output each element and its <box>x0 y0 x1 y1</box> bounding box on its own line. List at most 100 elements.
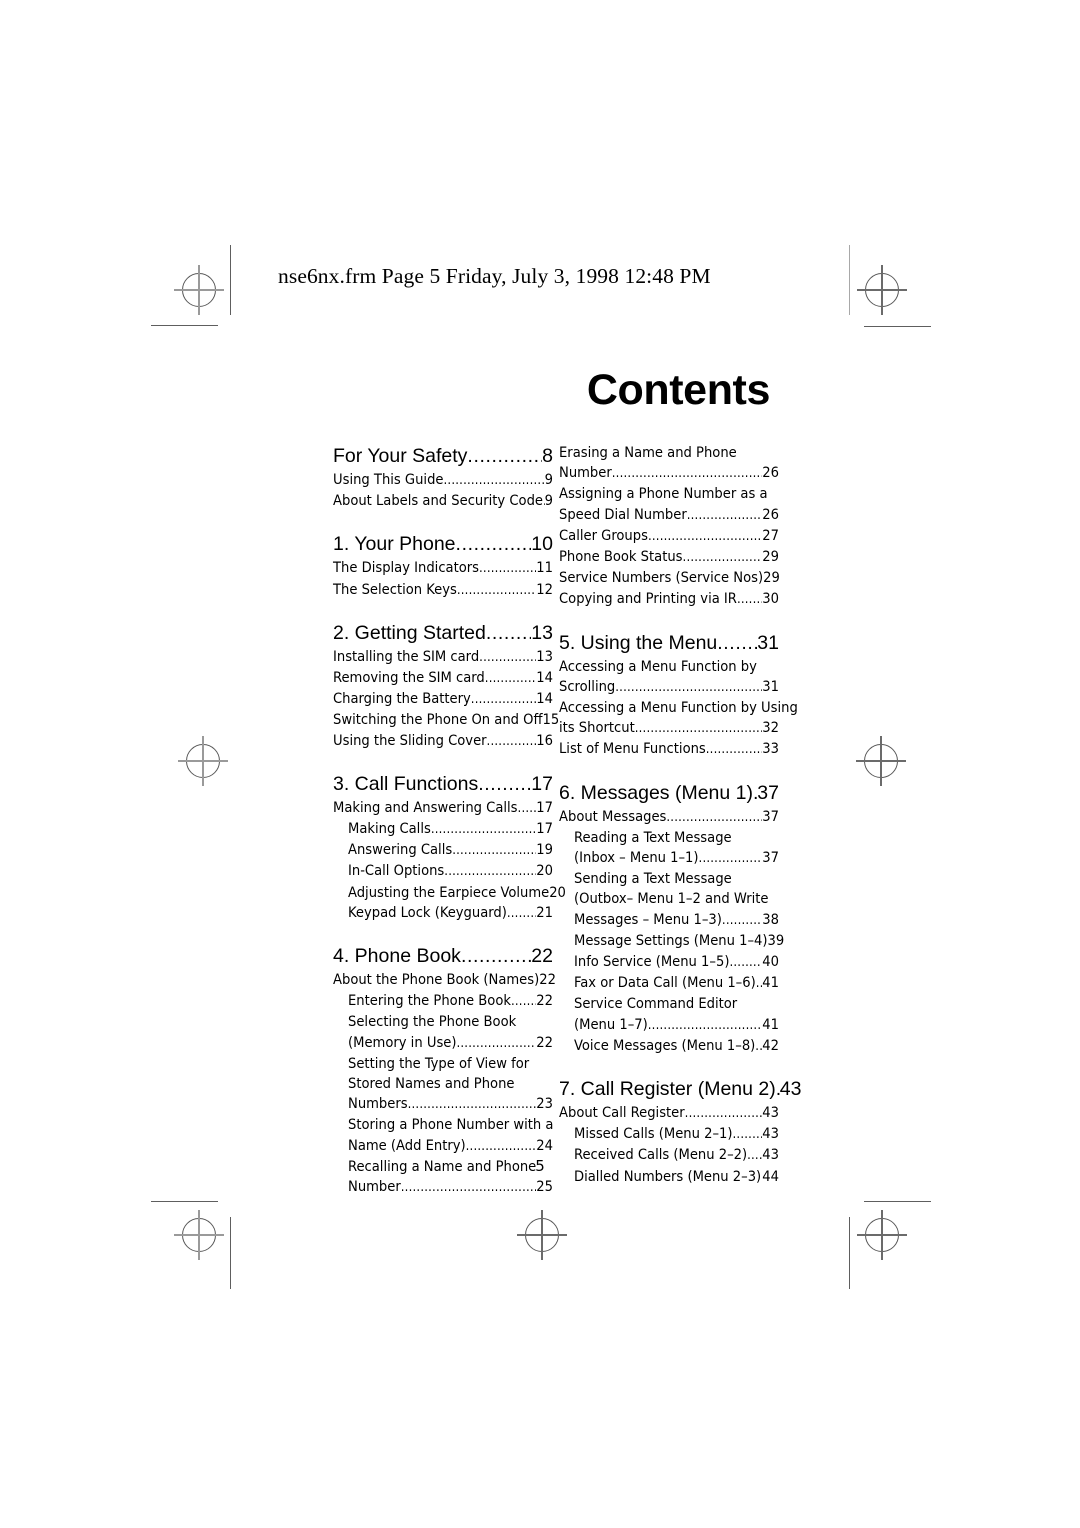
toc-dot-leader: ........................................… <box>686 507 763 523</box>
toc-dot-leader: ........................................… <box>452 843 536 859</box>
toc-entry-title: (Inbox – Menu 1–1) <box>574 849 699 867</box>
toc-entry-row[interactable]: Name (Add Entry) .......................… <box>333 1136 553 1157</box>
toc-entry-row[interactable]: Selecting the Phone Book <box>333 1012 553 1032</box>
toc-page-number: 8 <box>542 445 553 467</box>
toc-page-number: 33 <box>762 740 779 758</box>
toc-entry-row[interactable]: Caller Groups...........................… <box>559 526 779 547</box>
toc-entry-row[interactable]: Missed Calls (Menu 2–1).................… <box>559 1124 779 1145</box>
toc-entry-row[interactable]: Charging the Battery ...................… <box>333 689 553 710</box>
toc-page-number: 43 <box>762 1104 779 1122</box>
toc-dot-leader: ........................................… <box>484 671 537 687</box>
toc-entry-row[interactable]: Number..................................… <box>333 1177 553 1198</box>
toc-page-number: 16 <box>536 731 553 749</box>
toc-entry-row[interactable]: Using the Sliding Cover ................… <box>333 731 553 752</box>
toc-entry-row[interactable]: The Display Indicators .................… <box>333 558 553 579</box>
toc-chapter-row[interactable]: 2. Getting Started......................… <box>333 620 553 647</box>
toc-entry-row[interactable]: its Shortcut ...........................… <box>559 718 779 739</box>
toc-entry-row[interactable]: Entering the Phone Book.................… <box>333 991 553 1012</box>
toc-chapter-row[interactable]: For Your Safety ........................… <box>333 443 553 470</box>
crop-line-bottom-right-vertical <box>849 1217 851 1289</box>
toc-entry-row[interactable]: Making and Answering Calls .............… <box>333 798 553 819</box>
toc-dot-leader: ........................................… <box>485 621 531 644</box>
toc-entry-title: Adjusting the Earpiece Volume <box>348 883 550 901</box>
toc-entry-row[interactable]: Fax or Data Call (Menu 1–6).............… <box>559 973 779 994</box>
toc-dot-leader: ........................................… <box>684 1106 763 1122</box>
toc-dot-leader: ........................................… <box>430 822 537 838</box>
toc-entry-row[interactable]: Answering Calls.........................… <box>333 840 553 861</box>
toc-entry-title: About Messages <box>559 807 667 825</box>
toc-page-number: 26 <box>762 505 779 523</box>
toc-entry-title: (Outbox– Menu 1–2 and Write <box>574 890 769 908</box>
toc-entry-row[interactable]: Removing the SIM card ..................… <box>333 668 553 689</box>
toc-page-number: 29 <box>762 548 779 566</box>
toc-entry-title: About the Phone Book (Names) <box>333 971 540 989</box>
toc-entry-row[interactable]: List of Menu Functions .................… <box>559 739 779 760</box>
toc-entry-row[interactable]: Erasing a Name and Phone <box>559 443 779 463</box>
registration-mark-bottom-center <box>517 1210 567 1260</box>
toc-entry-title: Number <box>559 464 612 482</box>
toc-entry-title: Stored Names and Phone <box>348 1075 515 1093</box>
registration-mark-top-left <box>174 265 224 315</box>
toc-entry-row[interactable]: About Call Register ....................… <box>559 1103 779 1124</box>
toc-entry-row[interactable]: Speed Dial Number.......................… <box>559 505 779 526</box>
toc-entry-row[interactable]: Scrolling ..............................… <box>559 677 779 698</box>
toc-entry-row[interactable]: Message Settings (Menu 1–4)..39 <box>559 931 784 952</box>
toc-entry-row[interactable]: Accessing a Menu Function by <box>559 657 779 677</box>
toc-entry-row[interactable]: Making Calls............................… <box>333 819 553 840</box>
toc-entry-row[interactable]: Switching the Phone On and Off 15 <box>333 710 559 730</box>
toc-chapter-title: 4. Phone Book <box>333 945 461 968</box>
toc-entry-row[interactable]: (Menu 1–7)..............................… <box>559 1015 779 1036</box>
toc-chapter-row[interactable]: 3. Call Functions.......................… <box>333 771 553 798</box>
toc-entry-row[interactable]: About Labels and Security Code ...9 <box>333 491 553 512</box>
toc-entry-row[interactable]: Using This Guide .......................… <box>333 470 553 491</box>
toc-entry-row[interactable]: The Selection Keys .....................… <box>333 580 553 601</box>
toc-entry-row[interactable]: (Memory in Use).........................… <box>333 1033 553 1054</box>
toc-column-left: For Your Safety ........................… <box>333 443 566 1198</box>
toc-page-number: 41 <box>762 974 779 992</box>
toc-chapter-row[interactable]: 1. Your Phone ..........................… <box>333 531 553 558</box>
toc-entry-row[interactable]: In-Call Options ........................… <box>333 861 553 882</box>
toc-entry-row[interactable]: Voice Messages (Menu 1–8)...............… <box>559 1036 779 1057</box>
toc-entry-row[interactable]: Numbers.................................… <box>333 1094 553 1115</box>
toc-entry-row[interactable]: (Inbox – Menu 1–1)......................… <box>559 848 779 869</box>
toc-entry-row[interactable]: (Outbox– Menu 1–2 and Write <box>559 889 779 909</box>
toc-entry-row[interactable]: About Messages .........................… <box>559 807 779 828</box>
toc-entry-row[interactable]: Sending a Text Message <box>559 869 779 889</box>
toc-entry-row[interactable]: Setting the Type of View for <box>333 1054 553 1074</box>
toc-chapter-row[interactable]: 6. Messages (Menu 1)....................… <box>559 780 779 807</box>
toc-page-number: 22 <box>536 992 553 1010</box>
toc-page-number: 23 <box>536 1095 553 1113</box>
toc-chapter-row[interactable]: 5. Using the Menu.......................… <box>559 630 779 657</box>
toc-entry-title: Assigning a Phone Number as a <box>559 485 768 503</box>
toc-page-number: 37 <box>762 849 779 867</box>
toc-entry-row[interactable]: Phone Book Status.......................… <box>559 547 779 568</box>
toc-entry-row[interactable]: Service Numbers (Service Nos).29 <box>559 568 780 589</box>
toc-dot-leader: ........................................… <box>755 1038 762 1054</box>
toc-chapter-row[interactable]: 4. Phone Book...........................… <box>333 943 553 970</box>
toc-entry-row[interactable]: Number .................................… <box>559 463 779 484</box>
toc-chapter-row[interactable]: 7. Call Register (Menu 2)..43 <box>559 1076 801 1103</box>
toc-dot-leader: ........................................… <box>486 733 537 749</box>
toc-entry-row[interactable]: Info Service (Menu 1–5).................… <box>559 952 779 973</box>
toc-entry-title: Service Command Editor <box>574 995 738 1013</box>
toc-entry-row[interactable]: Accessing a Menu Function by Using <box>559 698 798 718</box>
toc-entry-row[interactable]: Reading a Text Message <box>559 828 779 848</box>
toc-page-number: 41 <box>762 1015 779 1033</box>
toc-entry-row[interactable]: Storing a Phone Number with a <box>333 1115 553 1135</box>
toc-entry-row[interactable]: About the Phone Book (Names).22 <box>333 970 556 991</box>
toc-entry-row[interactable]: Keypad Lock (Keyguard)..................… <box>333 903 553 924</box>
toc-entry-title: Entering the Phone Book <box>348 992 511 1010</box>
toc-entry-row[interactable]: Messages – Menu 1–3) ...................… <box>559 910 779 931</box>
registration-mark-bottom-left <box>174 1210 224 1260</box>
toc-entry-title: About Call Register <box>559 1104 685 1122</box>
toc-entry-row[interactable]: Service Command Editor <box>559 994 779 1014</box>
toc-column-right: Erasing a Name and Phone Number .........… <box>559 443 801 1188</box>
page-number: 5 <box>535 1157 545 1175</box>
toc-entry-row[interactable]: Assigning a Phone Number as a <box>559 484 779 504</box>
toc-entry-row[interactable]: Installing the SIM card ................… <box>333 647 553 668</box>
toc-entry-row[interactable]: Stored Names and Phone <box>333 1074 553 1094</box>
toc-entry-row[interactable]: Copying and Printing via IR ............… <box>559 589 779 610</box>
toc-dot-leader: ........................................… <box>443 473 545 488</box>
toc-entry-row[interactable]: Adjusting the Earpiece Volume 20 <box>333 883 566 903</box>
page-title: Contents <box>586 366 771 414</box>
